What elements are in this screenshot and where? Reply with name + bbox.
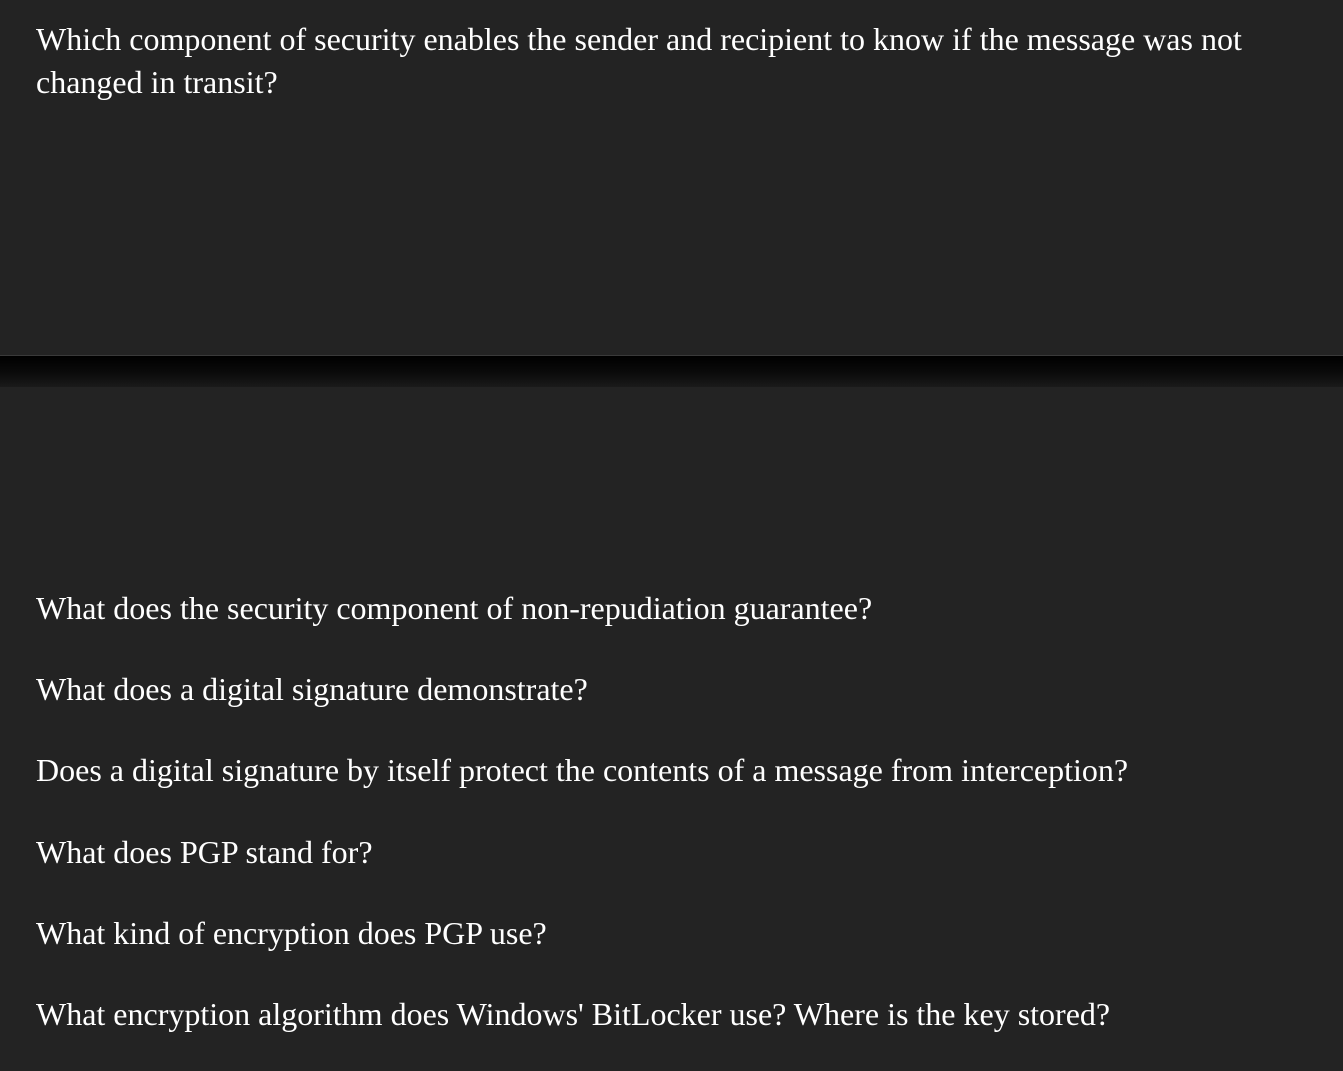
featured-question: Which component of security enables the … xyxy=(36,18,1307,104)
question-text: Does a digital signature by itself prote… xyxy=(36,749,1307,792)
question-text: What does a digital signature demonstrat… xyxy=(36,668,1307,711)
question-text: What kind of encryption does PGP use? xyxy=(36,912,1307,955)
question-text: What encryption algorithm does Windows' … xyxy=(36,993,1307,1036)
section-divider xyxy=(0,355,1343,387)
top-question-section: Which component of security enables the … xyxy=(0,0,1343,355)
question-text: What does the security component of non-… xyxy=(36,587,1307,630)
question-text: What does PGP stand for? xyxy=(36,831,1307,874)
question-list-section: What does the security component of non-… xyxy=(0,387,1343,1036)
